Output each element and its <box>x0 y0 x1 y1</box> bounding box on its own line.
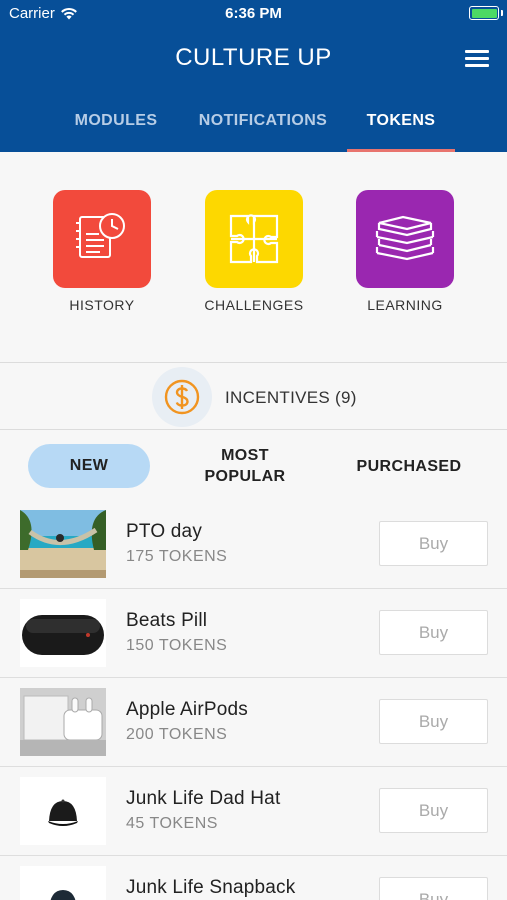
puzzle-icon <box>229 214 279 264</box>
filter-new[interactable]: NEW <box>28 444 150 488</box>
item-name: Beats Pill <box>126 610 208 631</box>
learning-label: LEARNING <box>367 297 443 313</box>
buy-button[interactable]: Buy <box>379 877 488 900</box>
item-price: 45 TOKENS <box>126 815 218 832</box>
tab-notifications[interactable]: NOTIFICATIONS <box>190 112 336 152</box>
airpods-image <box>20 688 106 756</box>
item-price: 175 TOKENS <box>126 548 228 565</box>
incentives-label: INCENTIVES (9) <box>225 388 357 407</box>
item-name: Junk Life Dad Hat <box>126 788 281 809</box>
beats-pill-image <box>20 599 106 667</box>
app-title: CULTURE UP <box>175 44 332 71</box>
dollar-coin-icon <box>152 367 212 427</box>
tab-bar: MODULES NOTIFICATIONS TOKENS <box>0 112 507 152</box>
incentives-header: INCENTIVES (9) <box>0 364 507 430</box>
buy-button[interactable]: Buy <box>379 521 488 566</box>
pto-day-image <box>20 510 106 578</box>
status-bar: Carrier 6:36 PM <box>0 0 507 28</box>
item-name: Junk Life Snapback <box>126 877 296 898</box>
filter-most-popular-line2: POPULAR <box>204 468 286 485</box>
history-icon <box>76 213 125 258</box>
list-item[interactable]: Junk Life Dad Hat 45 TOKENS Buy <box>0 767 507 856</box>
category-history[interactable]: HISTORY <box>42 190 162 313</box>
category-learning[interactable]: LEARNING <box>345 190 465 313</box>
history-tile[interactable] <box>53 190 151 288</box>
battery-icon <box>469 6 499 20</box>
buy-button[interactable]: Buy <box>379 788 488 833</box>
item-name: Apple AirPods <box>126 699 248 720</box>
status-time: 6:36 PM <box>225 5 282 22</box>
list-item[interactable]: Beats Pill 150 TOKENS Buy <box>0 589 507 678</box>
item-price: 200 TOKENS <box>126 726 228 743</box>
filter-most-popular-line1: MOST <box>221 447 269 464</box>
category-challenges[interactable]: CHALLENGES <box>194 190 314 313</box>
history-label: HISTORY <box>69 297 135 313</box>
snapback-image <box>20 866 106 900</box>
dad-hat-image <box>20 777 106 845</box>
item-price: 150 TOKENS <box>126 637 228 654</box>
buy-button[interactable]: Buy <box>379 610 488 655</box>
category-row: HISTORY CHALLENGES LEARNING <box>0 152 507 363</box>
books-icon <box>375 215 435 261</box>
filter-bar: NEW MOST POPULAR PURCHASED <box>0 431 507 501</box>
filter-most-popular[interactable]: MOST POPULAR <box>194 445 296 487</box>
filter-purchased[interactable]: PURCHASED <box>348 456 470 477</box>
tab-modules[interactable]: MODULES <box>66 112 166 152</box>
learning-tile[interactable] <box>356 190 454 288</box>
hamburger-menu-icon[interactable] <box>465 50 489 68</box>
buy-button[interactable]: Buy <box>379 699 488 744</box>
list-item[interactable]: Junk Life Snapback Buy <box>0 856 507 900</box>
list-item[interactable]: PTO day 175 TOKENS Buy <box>0 500 507 589</box>
battery-cap <box>501 10 503 16</box>
list-item[interactable]: Apple AirPods 200 TOKENS Buy <box>0 678 507 767</box>
app-header: Carrier 6:36 PM CULTURE UP MODULES NOTIF… <box>0 0 507 152</box>
item-name: PTO day <box>126 521 203 542</box>
challenges-label: CHALLENGES <box>204 297 304 313</box>
challenges-tile[interactable] <box>205 190 303 288</box>
tab-tokens[interactable]: TOKENS <box>347 112 455 152</box>
